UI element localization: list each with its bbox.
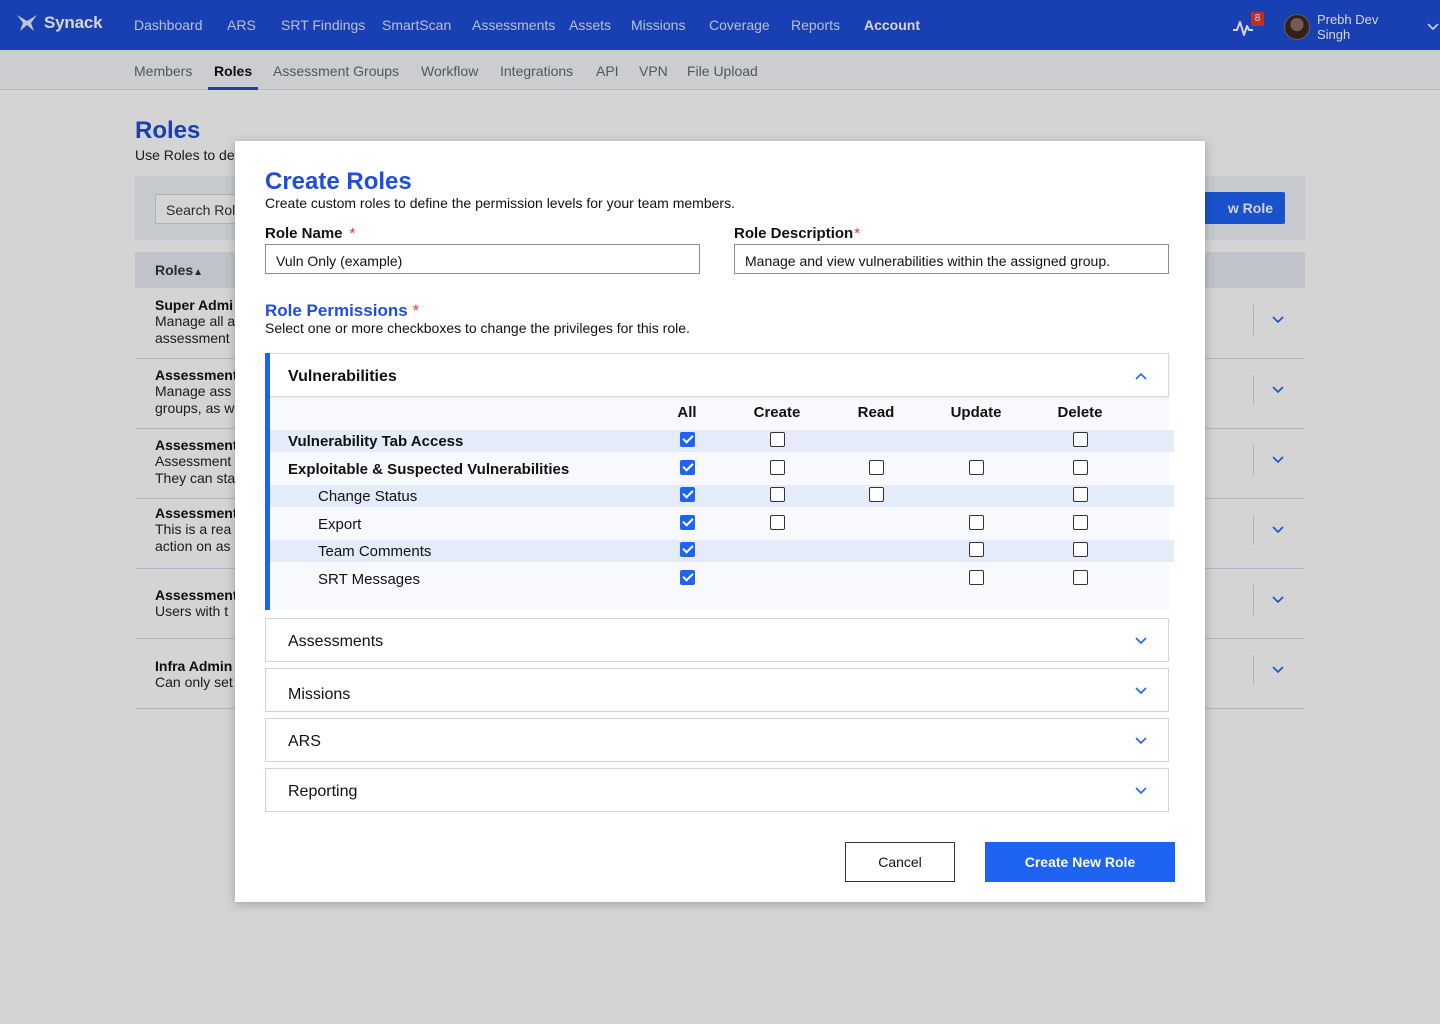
permission-row: Exploitable & Suspected Vulnerabilities — [270, 458, 1174, 480]
checkbox-delete[interactable] — [1073, 542, 1088, 557]
checkbox-update[interactable] — [969, 460, 984, 475]
role-description-input[interactable]: Manage and view vulnerabilities within t… — [734, 244, 1169, 274]
checkbox-update[interactable] — [969, 570, 984, 585]
chevron-down-icon — [1135, 737, 1147, 745]
create-roles-modal: Create Roles Create custom roles to defi… — [235, 141, 1205, 902]
checkbox-create[interactable] — [770, 487, 785, 502]
accordion-assessments[interactable]: Assessments — [265, 618, 1169, 662]
chevron-up-icon — [1135, 372, 1147, 380]
checkbox-all[interactable] — [680, 487, 695, 502]
column-header-delete: Delete — [1057, 404, 1103, 421]
column-header-update: Update — [950, 404, 1002, 421]
role-description-label-text: Role Description — [734, 225, 854, 242]
accordion-title: Vulnerabilities — [288, 368, 397, 385]
permission-row: Team Comments — [270, 540, 1174, 562]
required-mark: * — [349, 225, 356, 242]
modal-subtitle: Create custom roles to define the permis… — [265, 195, 735, 211]
chevron-down-icon — [1135, 687, 1147, 695]
checkbox-all[interactable] — [680, 570, 695, 585]
accordion-missions[interactable]: Missions — [265, 668, 1169, 712]
permission-row: SRT Messages — [270, 568, 1174, 590]
role-description-label: Role Description* — [734, 225, 860, 242]
permission-label: SRT Messages — [318, 571, 420, 588]
checkbox-update[interactable] — [969, 515, 984, 530]
accordion-ars[interactable]: ARS — [265, 718, 1169, 762]
create-new-role-button[interactable]: Create New Role — [985, 842, 1175, 882]
checkbox-all[interactable] — [680, 515, 695, 530]
checkbox-delete[interactable] — [1073, 487, 1088, 502]
role-permissions-subtitle: Select one or more checkboxes to change … — [265, 320, 690, 336]
required-mark: * — [854, 225, 861, 242]
permission-label: Change Status — [318, 488, 418, 505]
modal-title: Create Roles — [265, 168, 412, 195]
permission-row: Vulnerability Tab Access — [270, 430, 1174, 452]
role-name-label-text: Role Name — [265, 225, 343, 242]
chevron-down-icon — [1135, 637, 1147, 645]
role-name-input[interactable]: Vuln Only (example) — [265, 244, 700, 274]
checkbox-create[interactable] — [770, 432, 785, 447]
checkbox-read[interactable] — [869, 460, 884, 475]
checkbox-read[interactable] — [869, 487, 884, 502]
accordion-title: Assessments — [288, 633, 384, 650]
checkbox-delete[interactable] — [1073, 515, 1088, 530]
cancel-button[interactable]: Cancel — [845, 842, 955, 882]
role-permissions-title: Role Permissions * — [265, 301, 419, 321]
column-header-all: All — [677, 404, 697, 421]
checkbox-delete[interactable] — [1073, 570, 1088, 585]
checkbox-create[interactable] — [770, 515, 785, 530]
checkbox-update[interactable] — [969, 542, 984, 557]
checkbox-delete[interactable] — [1073, 432, 1088, 447]
chevron-down-icon — [1135, 787, 1147, 795]
permission-label: Team Comments — [318, 543, 432, 560]
permission-row: Change Status — [270, 485, 1174, 507]
column-header-create: Create — [753, 404, 801, 421]
checkbox-all[interactable] — [680, 542, 695, 557]
checkbox-all[interactable] — [680, 460, 695, 475]
permission-label: Exploitable & Suspected Vulnerabilities — [288, 461, 570, 478]
accordion-vulnerabilities: Vulnerabilities All Create Read Update Delet… — [265, 353, 1174, 610]
permission-row: Export — [270, 513, 1174, 535]
accordion-reporting[interactable]: Reporting — [265, 768, 1169, 812]
checkbox-create[interactable] — [770, 460, 785, 475]
permission-label: Vulnerability Tab Access — [288, 433, 464, 450]
column-header-read: Read — [857, 404, 895, 421]
role-permissions-title-text: Role Permissions — [265, 301, 408, 320]
accordion-title: Reporting — [288, 783, 358, 800]
checkbox-all[interactable] — [680, 432, 695, 447]
checkbox-delete[interactable] — [1073, 460, 1088, 475]
accordion-title: Missions — [288, 686, 351, 703]
accordion-header-vulnerabilities[interactable]: Vulnerabilities — [270, 353, 1169, 397]
accordion-title: ARS — [288, 733, 321, 750]
permission-label: Export — [318, 516, 362, 533]
role-name-label: Role Name * — [265, 225, 355, 242]
required-mark: * — [412, 301, 420, 320]
